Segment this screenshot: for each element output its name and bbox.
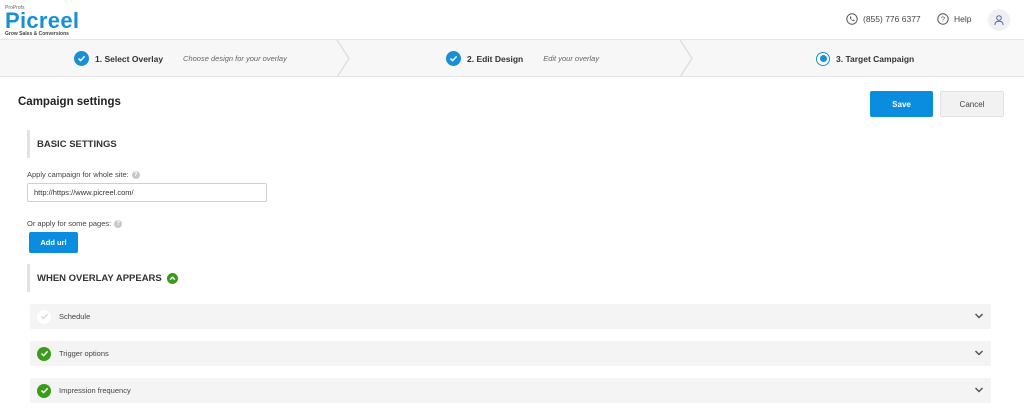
check-icon bbox=[446, 51, 461, 66]
chevron-up-icon[interactable] bbox=[166, 272, 178, 284]
add-url-button[interactable]: Add url bbox=[29, 232, 78, 253]
current-step-icon bbox=[816, 51, 830, 66]
accordion-label: Impression frequency bbox=[59, 386, 131, 395]
section-title: BASIC SETTINGS bbox=[37, 138, 117, 150]
cancel-button[interactable]: Cancel bbox=[940, 91, 1004, 117]
section-title: WHEN OVERLAY APPEARS bbox=[37, 272, 162, 284]
field-label: Apply campaign for whole site: bbox=[27, 170, 129, 179]
field-label: Or apply for some pages: bbox=[27, 219, 112, 228]
picreel-logo[interactable]: ProProfs Picreel Grow Sales & Conversion… bbox=[5, 5, 79, 37]
check-icon[interactable] bbox=[37, 383, 51, 398]
whole-site-label: Apply campaign for whole site: ? bbox=[27, 170, 140, 179]
step-separator bbox=[679, 40, 693, 77]
step-select-overlay[interactable]: 1. Select Overlay Choose design for your… bbox=[74, 40, 287, 77]
chevron-down-icon[interactable] bbox=[974, 386, 984, 394]
accordion-label: Schedule bbox=[59, 312, 91, 321]
basic-settings-heading: BASIC SETTINGS bbox=[27, 130, 117, 158]
save-button[interactable]: Save bbox=[870, 91, 933, 117]
step-title: 2. Edit Design bbox=[467, 53, 524, 64]
logo-tagline: Grow Sales & Conversions bbox=[5, 31, 69, 37]
step-title: 3. Target Campaign bbox=[836, 53, 915, 64]
support-phone[interactable]: (855) 776 6377 bbox=[846, 13, 921, 25]
chevron-down-icon[interactable] bbox=[974, 312, 984, 320]
step-edit-design[interactable]: 2. Edit Design Edit your overlay bbox=[446, 40, 599, 77]
step-subtitle: Edit your overlay bbox=[543, 54, 600, 63]
accordion-schedule[interactable]: Schedule bbox=[30, 304, 991, 329]
logo-name: Picreel bbox=[5, 8, 80, 33]
accordion-trigger-options[interactable]: Trigger options bbox=[30, 341, 991, 366]
help-link[interactable]: ? Help bbox=[937, 13, 971, 25]
step-target-campaign[interactable]: 3. Target Campaign bbox=[816, 40, 934, 77]
help-label: Help bbox=[954, 14, 972, 24]
phone-icon bbox=[846, 13, 858, 25]
check-icon[interactable] bbox=[37, 309, 51, 324]
chevron-down-icon[interactable] bbox=[974, 349, 984, 357]
step-title: 1. Select Overlay bbox=[95, 53, 164, 64]
page-title: Campaign settings bbox=[18, 96, 121, 108]
check-icon bbox=[74, 51, 89, 66]
top-header: ProProfs Picreel Grow Sales & Conversion… bbox=[0, 0, 1024, 40]
check-icon[interactable] bbox=[37, 346, 51, 361]
step-subtitle: Choose design for your overlay bbox=[183, 54, 287, 63]
wizard-steps: 1. Select Overlay Choose design for your… bbox=[0, 40, 1024, 77]
accordion-label: Trigger options bbox=[59, 349, 109, 358]
when-overlay-heading[interactable]: WHEN OVERLAY APPEARS bbox=[27, 264, 178, 292]
accordion-impression-frequency[interactable]: Impression frequency bbox=[30, 378, 991, 403]
whole-site-url-input[interactable] bbox=[27, 183, 267, 202]
info-icon[interactable]: ? bbox=[131, 170, 140, 179]
svg-text:?: ? bbox=[941, 15, 945, 24]
user-icon bbox=[994, 15, 1004, 26]
some-pages-label: Or apply for some pages: ? bbox=[27, 219, 123, 228]
phone-number: (855) 776 6377 bbox=[863, 14, 921, 24]
help-icon: ? bbox=[937, 13, 949, 25]
info-icon[interactable]: ? bbox=[114, 219, 123, 228]
user-menu[interactable] bbox=[988, 9, 1010, 31]
step-separator bbox=[336, 40, 350, 77]
